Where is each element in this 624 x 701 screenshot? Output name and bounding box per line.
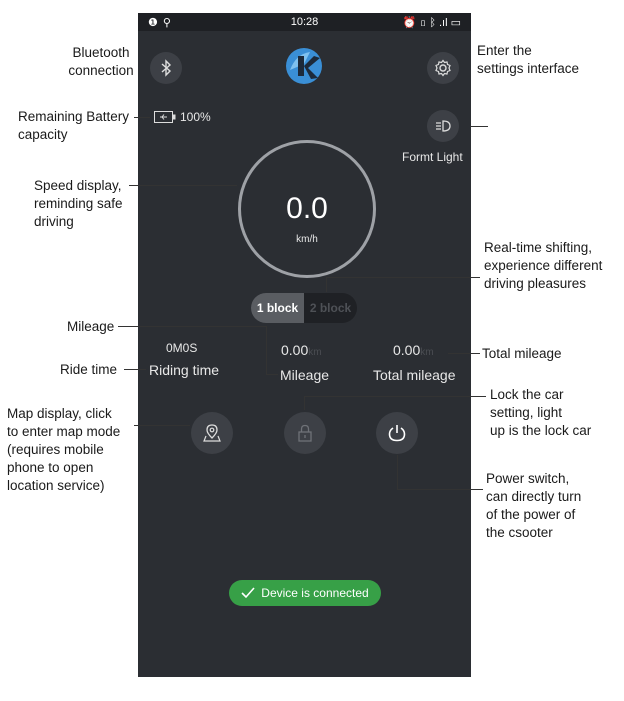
leader-mileage-v bbox=[266, 326, 267, 374]
annotation-bluetooth-line1: Bluetooth bbox=[72, 45, 130, 60]
leader-battery bbox=[134, 117, 150, 118]
annotation-speed-line1: Speed display, bbox=[34, 178, 122, 193]
leader-map bbox=[134, 425, 190, 426]
k-logo-icon bbox=[286, 48, 322, 84]
gear-icon bbox=[435, 59, 451, 77]
lock-icon bbox=[298, 424, 312, 442]
leader-lock-v bbox=[304, 396, 305, 410]
leader-power-v bbox=[397, 455, 398, 489]
leader-power-h bbox=[397, 489, 483, 490]
leader-mileage-h bbox=[118, 326, 266, 327]
leader-shifting-v bbox=[326, 277, 327, 292]
battery-value: 100% bbox=[180, 110, 211, 124]
settings-button[interactable] bbox=[427, 52, 459, 84]
annotation-total-mileage: Total mileage bbox=[482, 346, 562, 361]
annotation-map-line3: (requires mobile bbox=[7, 442, 104, 457]
gear-toggle: 1 block 2 block bbox=[251, 293, 357, 323]
annotation-power-line4: the csooter bbox=[486, 525, 553, 540]
annotation-shifting-line2: experience different bbox=[484, 258, 603, 273]
headlight-label: Formt Light bbox=[402, 150, 463, 164]
annotation-battery-line1: Remaining Battery bbox=[18, 109, 130, 124]
leader-speed bbox=[129, 185, 237, 186]
status-right-icons: ⏰ ▯ ᛒ .ıl ▭ bbox=[402, 17, 461, 29]
map-button[interactable] bbox=[191, 412, 233, 454]
total-mileage-value: 0.00km bbox=[393, 342, 434, 358]
annotation-shifting: Real-time shifting, experience different… bbox=[484, 239, 602, 293]
mileage-value: 0.00km bbox=[281, 342, 322, 358]
battery-icon bbox=[154, 111, 176, 123]
annotation-mileage: Mileage bbox=[67, 319, 115, 334]
ride-time-label: Riding time bbox=[149, 362, 220, 378]
annotation-settings-line2: settings interface bbox=[477, 61, 580, 76]
annotation-battery-line2: capacity bbox=[18, 127, 68, 142]
leader-lock-h bbox=[304, 396, 486, 397]
annotation-power-line2: can directly turn bbox=[486, 489, 582, 504]
annotation-speed: Speed display, reminding safe driving bbox=[34, 177, 123, 231]
annotation-settings: Enter the settings interface bbox=[477, 42, 579, 78]
annotation-shifting-line3: driving pleasures bbox=[484, 276, 587, 291]
leader-shifting-h bbox=[326, 277, 480, 278]
annotation-settings-line1: Enter the bbox=[477, 43, 532, 58]
gear-option-1[interactable]: 1 block bbox=[251, 293, 304, 323]
annotation-map-line1: Map display, click bbox=[7, 406, 112, 421]
power-icon bbox=[388, 425, 406, 442]
annotation-speed-line2: reminding safe bbox=[34, 196, 123, 211]
mileage-number: 0.00 bbox=[281, 342, 309, 358]
bluetooth-icon bbox=[161, 59, 172, 77]
annotation-lock: Lock the car setting, light up is the lo… bbox=[490, 386, 591, 440]
annotation-lock-line3: up is the lock car bbox=[490, 423, 592, 438]
annotation-ride-time: Ride time bbox=[60, 362, 118, 377]
total-mileage-number: 0.00 bbox=[393, 342, 421, 358]
speed-value: 0.0 bbox=[286, 192, 328, 225]
headlight-icon bbox=[436, 120, 451, 132]
leader-ride-time bbox=[124, 369, 146, 370]
total-mileage-label: Total mileage bbox=[373, 367, 456, 383]
annotation-lock-line1: Lock the car bbox=[490, 387, 564, 402]
annotation-map: Map display, click to enter map mode (re… bbox=[7, 405, 120, 495]
power-button[interactable] bbox=[376, 412, 418, 454]
lock-button[interactable] bbox=[284, 412, 326, 454]
annotation-map-line4: phone to open bbox=[7, 460, 94, 475]
mileage-unit: km bbox=[308, 347, 322, 358]
status-bar: ❶ ⚲ 10:28 ⏰ ▯ ᛒ .ıl ▭ bbox=[138, 13, 471, 31]
headlight-button[interactable] bbox=[427, 110, 459, 142]
connection-toast: Device is connected bbox=[229, 580, 381, 606]
leader-mileage-end bbox=[266, 374, 278, 375]
annotation-power-line1: Power switch, bbox=[486, 471, 570, 486]
annotation-map-line5: location service) bbox=[7, 478, 105, 493]
annotation-speed-line3: driving bbox=[34, 214, 74, 229]
annotation-power: Power switch, can directly turn of the p… bbox=[486, 470, 581, 542]
annotation-battery: Remaining Battery capacity bbox=[18, 108, 129, 144]
annotation-shifting-line1: Real-time shifting, bbox=[484, 240, 593, 255]
toast-text: Device is connected bbox=[261, 586, 369, 600]
annotation-map-line2: to enter map mode bbox=[7, 424, 121, 439]
annotation-power-line3: of the power of bbox=[486, 507, 576, 522]
annotation-bluetooth: Bluetooth connection bbox=[66, 44, 136, 80]
app-logo bbox=[284, 46, 324, 86]
leader-total-mileage bbox=[448, 353, 480, 354]
mileage-label: Mileage bbox=[280, 367, 330, 383]
gear-option-2[interactable]: 2 block bbox=[304, 293, 357, 323]
map-pin-icon bbox=[203, 424, 221, 442]
annotation-bluetooth-line2: connection bbox=[68, 63, 134, 78]
total-mileage-unit: km bbox=[420, 347, 434, 358]
bluetooth-button[interactable] bbox=[150, 52, 182, 84]
ride-time-value: 0M0S bbox=[166, 341, 198, 355]
speed-unit: km/h bbox=[296, 234, 318, 245]
leader-light bbox=[470, 126, 488, 127]
annotation-lock-line2: setting, light bbox=[490, 405, 563, 420]
check-icon bbox=[241, 587, 255, 599]
